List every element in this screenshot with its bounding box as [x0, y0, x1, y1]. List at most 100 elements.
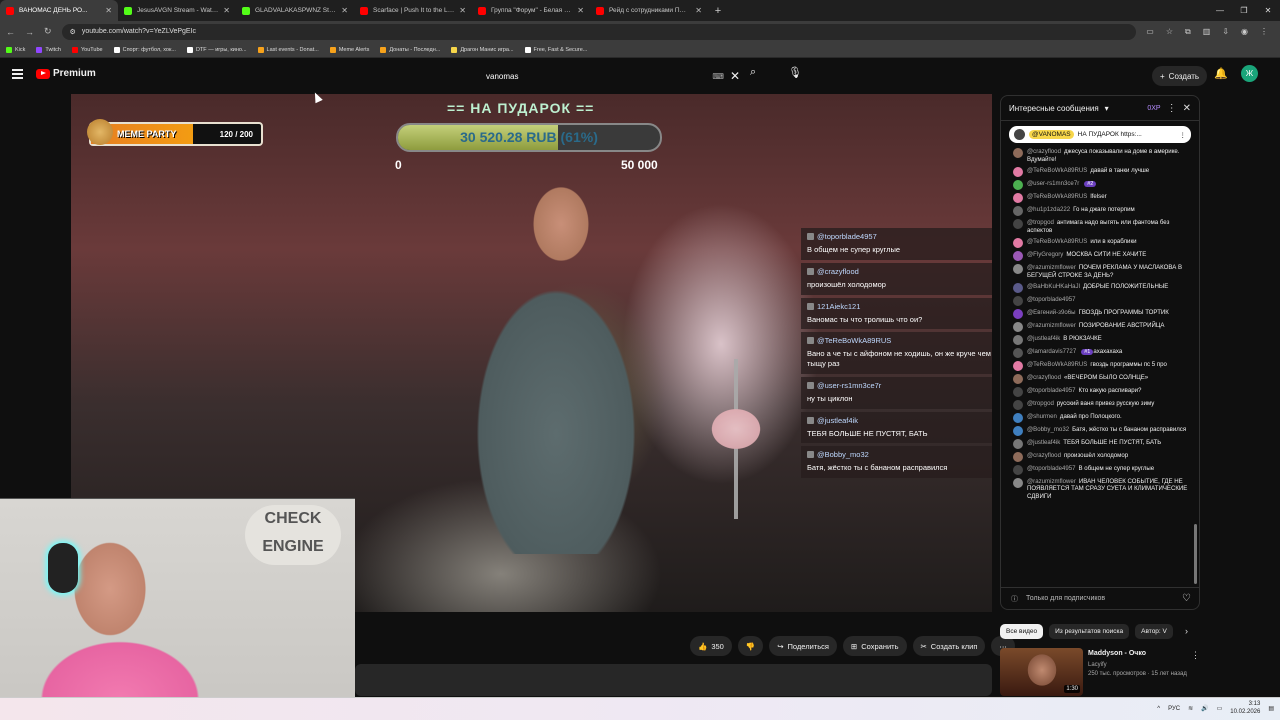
chat-author[interactable]: @crazyflood	[1027, 148, 1061, 155]
bookmark-item[interactable]: Last events - Donat...	[257, 46, 319, 53]
new-tab-icon[interactable]: +	[708, 0, 728, 21]
chat-avatar[interactable]	[1013, 334, 1023, 345]
chat-avatar[interactable]	[1013, 148, 1023, 158]
bookmark-item[interactable]: Драгон Манис игра...	[451, 46, 514, 53]
bookmark-item[interactable]: Спорт: футбол, хок...	[113, 46, 176, 53]
tab-close-icon[interactable]: ✕	[459, 6, 466, 15]
chat-message[interactable]: @Bobby_mo32 Батя, жёстко ты с бананом рас…	[1013, 425, 1191, 436]
bookmark-item[interactable]: Донаты - Последн...	[380, 46, 440, 53]
pinned-menu-icon[interactable]: ⋮	[1180, 131, 1187, 139]
xp-badge[interactable]: 0XP	[1147, 105, 1160, 112]
chat-avatar[interactable]	[1013, 399, 1023, 410]
rec-thumbnail[interactable]: 1:30	[1000, 648, 1083, 696]
chat-avatar[interactable]	[1013, 263, 1023, 274]
chat-avatar[interactable]	[1013, 438, 1023, 449]
chat-avatar[interactable]	[1013, 205, 1023, 216]
volume-icon[interactable]: 🔊	[1201, 705, 1208, 712]
browser-tab[interactable]: GLADVALAKASPWNZ Stream ✕	[236, 0, 354, 21]
chat-author[interactable]: @shurmen	[1027, 413, 1057, 420]
site-info-icon[interactable]: ⚙	[70, 28, 76, 36]
bookmark-item[interactable]: DTF — игры, кино...	[186, 46, 247, 53]
chat-author[interactable]: @crazyflood	[1027, 374, 1061, 381]
maximize-icon[interactable]: ❐	[1232, 0, 1256, 21]
chat-avatar[interactable]	[1013, 451, 1023, 462]
browser-tab[interactable]: Scarface | Push It to the Limit ✕	[354, 0, 472, 21]
chat-avatar[interactable]	[1013, 360, 1023, 371]
chat-avatar[interactable]	[1013, 477, 1023, 488]
chat-author[interactable]: @BaHbKuHKaHaJl	[1027, 283, 1080, 290]
bookmark-item[interactable]: Kick	[6, 46, 25, 53]
chat-message[interactable]: @tropgod антимага надо выгять или фантома…	[1013, 218, 1191, 235]
chat-author[interactable]: @toporblade4957	[1027, 465, 1076, 472]
chat-message[interactable]: @TeReBoWkA89RUS lfelser	[1013, 192, 1191, 203]
bookmark-star-icon[interactable]: ☆	[1166, 27, 1173, 37]
chat-author[interactable]: @hu1p1zda222	[1027, 206, 1070, 213]
rec-channel[interactable]: Lacyify	[1088, 662, 1107, 668]
browser-menu-icon[interactable]: ⋮	[1260, 27, 1268, 37]
chat-message[interactable]: @crazyflood джесуса показывали на доме в …	[1013, 148, 1191, 164]
chat-message[interactable]: @Евгений-з9о6ы ГВОЗДЬ ПРОГРАММЫ ТОРТИК	[1013, 308, 1191, 319]
browser-tab[interactable]: ВАНОМАС ДЕНЬ РО... ✕	[0, 0, 118, 21]
chat-message[interactable]: @TeReBoWkA89RUS давай в танки лучше	[1013, 166, 1191, 177]
info-icon[interactable]: ⓘ	[1011, 594, 1018, 604]
chat-author[interactable]: @Евгений-з9о6ы	[1027, 309, 1076, 316]
wifi-icon[interactable]: ≋	[1188, 705, 1193, 712]
chat-message[interactable]: @lamardavis7727 #1 ахахахаха	[1013, 347, 1191, 358]
chat-avatar[interactable]	[1013, 179, 1023, 190]
search-input[interactable]: vanomas ⌨ ✕	[478, 64, 748, 88]
filter-chip[interactable]: Все видео	[1000, 624, 1044, 639]
chat-author[interactable]: @TeReBoWkA89RUS	[1027, 238, 1087, 245]
bookmark-item[interactable]: YouTube	[71, 46, 103, 53]
chat-author[interactable]: @toporblade4957	[1027, 387, 1076, 394]
close-window-icon[interactable]: ✕	[1256, 0, 1280, 21]
notifications-icon[interactable]: ▤	[1268, 705, 1274, 712]
chat-avatar[interactable]	[1013, 237, 1023, 248]
chat-author[interactable]: @TeReBoWkA89RUS	[1027, 193, 1087, 200]
create-button[interactable]: + Создать	[1152, 66, 1208, 86]
chat-message[interactable]: @tropgod русский ваня привез русскую зиму	[1013, 399, 1191, 410]
chat-menu-icon[interactable]: ⋮	[1167, 103, 1177, 114]
dislike-button[interactable]: 👎	[737, 636, 764, 656]
rec-title[interactable]: Maddyson - Очко	[1088, 650, 1146, 657]
chat-author[interactable]: @TeReBoWkA89RUS	[1027, 361, 1087, 368]
chat-message[interactable]: @justleaf4ik ТЕБЯ БОЛЬШЕ НЕ ПУСТЯТ, БАТЬ	[1013, 438, 1191, 449]
chat-avatar[interactable]	[1013, 166, 1023, 177]
chat-avatar[interactable]	[1013, 250, 1023, 261]
tab-close-icon[interactable]: ✕	[223, 6, 230, 15]
chat-message[interactable]: @shurmen давай про Полоцкого.	[1013, 412, 1191, 423]
chat-message[interactable]: @user-rs1mn3ce7r #2	[1013, 179, 1191, 190]
clip-button[interactable]: ✂ Создать клип	[912, 636, 986, 656]
chat-message[interactable]: @FlyGregory МОСКВА СИТИ НЕ ХАЧИТЕ	[1013, 250, 1191, 261]
bookmark-item[interactable]: Meme Alerts	[329, 46, 369, 53]
chat-message[interactable]: @TeReBoWkA89RUS или в кораблики	[1013, 237, 1191, 248]
filter-chip[interactable]: Автор: V	[1135, 624, 1173, 639]
chat-avatar[interactable]	[1013, 218, 1023, 229]
chat-author[interactable]: @lamardavis7727	[1027, 348, 1076, 355]
browser-tab[interactable]: JesusAVGN Stream - Watch Live ✕	[118, 0, 236, 21]
battery-icon[interactable]: ▭	[1217, 705, 1223, 712]
chat-message[interactable]: @TeReBoWkA89RUS гвоздь программы пс 5 про	[1013, 360, 1191, 371]
chevron-right-icon[interactable]: ›	[1185, 626, 1188, 636]
tray-arrow-icon[interactable]: ^	[1157, 706, 1160, 712]
chat-avatar[interactable]	[1013, 425, 1023, 436]
recommended-video[interactable]: 1:30 Maddyson - Очко Lacyify 250 тыс. пр…	[1000, 648, 1200, 696]
notifications-bell-icon[interactable]: 🔔	[1214, 67, 1228, 80]
pinned-message[interactable]: @VANOMAS НА ПУДАРОК https:... ⋮	[1009, 126, 1191, 143]
chat-message[interactable]: @hu1p1zda222 Го на джаге потерпим	[1013, 205, 1191, 216]
chat-mode-dropdown[interactable]: Интересные сообщения	[1009, 104, 1099, 113]
browser-tab[interactable]: Группа "Форум" - Белая ноч ✕	[472, 0, 590, 21]
chat-avatar[interactable]	[1013, 412, 1023, 423]
tab-close-icon[interactable]: ✕	[695, 6, 702, 15]
chat-avatar[interactable]	[1013, 321, 1023, 332]
chat-author[interactable]: @TeReBoWkA89RUS	[1027, 167, 1087, 174]
heart-icon[interactable]: ♡	[1182, 593, 1191, 604]
browser-tab[interactable]: Рейд с сотрудниками ППСП ✕	[590, 0, 708, 21]
back-icon[interactable]: ←	[6, 27, 15, 37]
chat-avatar[interactable]	[1013, 295, 1023, 306]
tab-close-icon[interactable]: ✕	[577, 6, 584, 15]
chat-avatar[interactable]	[1013, 464, 1023, 475]
share-button[interactable]: ↪ Поделиться	[769, 636, 837, 656]
tab-close-icon[interactable]: ✕	[105, 6, 112, 15]
mic-icon[interactable]: 🎙	[788, 66, 802, 79]
language-indicator[interactable]: РУС	[1168, 706, 1180, 712]
